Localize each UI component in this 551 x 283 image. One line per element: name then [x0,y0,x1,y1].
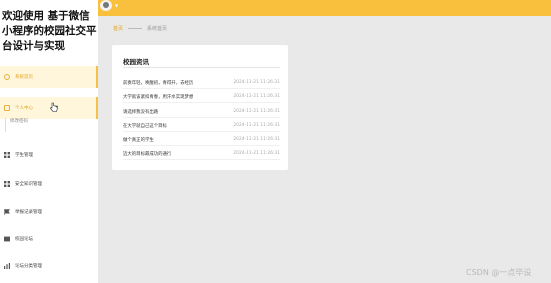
news-item-title: 大学就该紧扣青春，用汗水实现梦想 [123,94,194,100]
home-icon [4,74,10,80]
sidebar-item-label: 论坛分类管理 [15,264,42,269]
breadcrumb: 首页 系统首页 [113,25,167,32]
flag-icon [4,209,10,215]
chart-icon [4,263,10,269]
news-item-title: 做个真正的学生 [123,137,154,143]
news-item-time: 2024-11-21 11:26:31 [233,151,280,156]
news-item-title: 前奏年轻，唤醒初，青得开，去经历 [123,80,194,86]
sidebar-item-forum-category[interactable]: 论坛分类管理 [0,255,98,277]
news-item-time: 2024-11-21 11:26:31 [233,94,280,99]
breadcrumb-separator [128,28,143,29]
grid-icon [4,152,10,158]
sidebar-subitem-change-password[interactable]: 修改密码 [10,118,28,124]
news-item[interactable]: 前奏年轻，唤醒初，青得开，去经历 2024-11-21 11:26:31 [123,77,280,89]
avatar[interactable] [100,0,112,11]
sidebar-item-label: 个人中心 [15,106,33,111]
breadcrumb-home[interactable]: 首页 [113,25,123,32]
sidebar-item-personal-center[interactable]: 个人中心 [0,97,98,119]
sidebar-item-home[interactable]: 系统首页 [0,66,98,88]
chevron-down-icon[interactable]: ▼ [115,3,118,8]
sidebar: 欢迎使用 基于微信小程序的校园社交平台设计与实现 系统首页 个人中心 修改密码 … [0,0,98,283]
news-item-time: 2024-11-21 11:26:31 [233,109,280,114]
sidebar-item-label: 安全知识管理 [15,182,42,187]
news-item-time: 2024-11-21 11:26:31 [233,123,280,128]
sidebar-item-campus-forum[interactable]: 校园论坛 [0,228,98,250]
news-card: 校园资讯 前奏年轻，唤醒初，青得开，去经历 2024-11-21 11:26:3… [112,45,288,170]
news-item-title: 请选择我没有出路 [123,109,159,115]
news-item-time: 2024-11-21 11:26:31 [233,80,280,85]
news-item-time: 2024-11-21 11:26:31 [233,137,280,142]
news-card-divider [123,67,280,68]
watermark: CSDN @一点毕设 [466,268,532,277]
news-card-title: 校园资讯 [123,58,149,66]
sidebar-item-label: 举报记录管理 [15,210,42,215]
top-bar: ▼ [98,0,551,16]
news-item-title: 在大学就自己这个目标 [123,123,167,129]
news-item[interactable]: 大学就该紧扣青春，用汗水实现梦想 2024-11-21 11:26:31 [123,91,280,103]
sidebar-item-report-records[interactable]: 举报记录管理 [0,201,98,223]
mouse-pointer-icon [50,102,58,112]
user-icon [4,105,10,111]
sidebar-item-label: 校园论坛 [15,237,33,242]
news-item[interactable]: 迈大的目标最成功的通行 2024-11-21 11:26:31 [123,148,280,160]
card-icon [4,236,10,242]
sidebar-item-label: 系统首页 [15,75,33,80]
news-item[interactable]: 做个真正的学生 2024-11-21 11:26:31 [123,134,280,146]
breadcrumb-current: 系统首页 [147,26,168,32]
grid-icon [4,181,10,187]
sidebar-item-safety-knowledge[interactable]: 安全知识管理 [0,173,98,195]
sidebar-item-label: 学生管理 [15,153,33,158]
news-item-title: 迈大的目标最成功的通行 [123,151,172,157]
app-title: 欢迎使用 基于微信小程序的校园社交平台设计与实现 [2,10,97,52]
submenu-divider [5,118,6,132]
news-item[interactable]: 请选择我没有出路 2024-11-21 11:26:31 [123,106,280,118]
news-item[interactable]: 在大学就自己这个目标 2024-11-21 11:26:31 [123,120,280,132]
sidebar-item-student-management[interactable]: 学生管理 [0,144,98,166]
